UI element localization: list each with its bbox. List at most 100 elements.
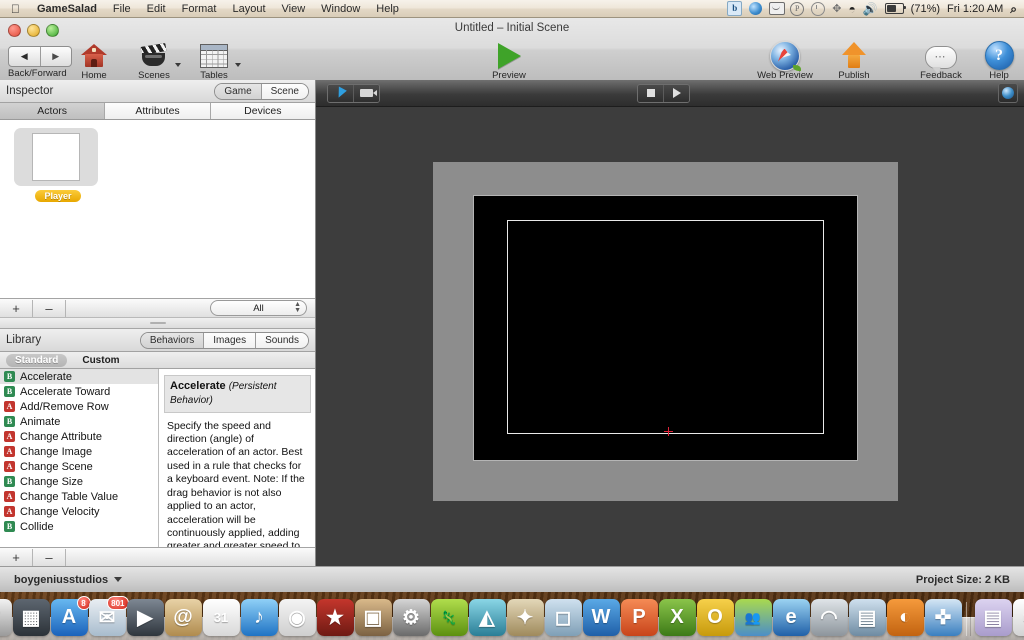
tab-actors[interactable]: Actors bbox=[0, 103, 105, 119]
wifi-icon[interactable]: ◓ bbox=[848, 3, 855, 15]
tables-button[interactable]: Tables bbox=[188, 42, 240, 81]
dock-item-app-store[interactable]: A8 bbox=[51, 599, 88, 636]
feedback-button[interactable]: ⋯ Feedback bbox=[914, 42, 968, 81]
inspector-scope-segment[interactable]: Game Scene bbox=[214, 83, 309, 100]
remove-behavior-button[interactable]: – bbox=[33, 549, 66, 566]
dock-item-safari[interactable]: ✜ bbox=[925, 599, 962, 636]
list-item[interactable]: A Change Attribute bbox=[0, 429, 158, 444]
circle-p-icon[interactable]: P bbox=[790, 2, 804, 16]
play-icon[interactable] bbox=[664, 85, 689, 102]
forward-arrow-icon[interactable]: ▶ bbox=[41, 47, 72, 66]
dock-item-itunes[interactable]: ♪ bbox=[241, 599, 278, 636]
back-forward-button[interactable]: ◀ ▶ Back/Forward bbox=[8, 42, 60, 79]
camera-bounds[interactable] bbox=[507, 220, 824, 434]
actor-item[interactable]: Player bbox=[14, 128, 102, 204]
dock-item-excel[interactable]: X bbox=[659, 599, 696, 636]
menu-layout[interactable]: Layout bbox=[224, 0, 273, 18]
spotlight-search-icon[interactable]: ⌕ bbox=[1010, 3, 1017, 15]
dock-item-calendar[interactable]: 31 bbox=[203, 599, 240, 636]
subtab-standard[interactable]: Standard bbox=[6, 354, 67, 367]
web-preview-button[interactable]: Web Preview bbox=[754, 42, 816, 81]
home-button[interactable]: Home bbox=[68, 42, 120, 81]
dock-item-facetime[interactable]: ▶ bbox=[127, 599, 164, 636]
dock-item-mission-control[interactable]: ▦ bbox=[13, 599, 50, 636]
list-item[interactable]: B Accelerate bbox=[0, 369, 158, 384]
tab-behaviors[interactable]: Behaviors bbox=[141, 333, 204, 348]
back-forward-segment[interactable]: ◀ ▶ bbox=[8, 46, 72, 67]
list-item[interactable]: A Add/Remove Row bbox=[0, 399, 158, 414]
volume-icon[interactable]: 🔊 bbox=[863, 3, 878, 15]
dock-item-cube-app[interactable]: ◻ bbox=[545, 599, 582, 636]
menu-view[interactable]: View bbox=[274, 0, 314, 18]
menu-file[interactable]: File bbox=[105, 0, 139, 18]
dock-item-radar[interactable]: ◠ bbox=[811, 599, 848, 636]
dock-item-gimp[interactable]: ✦ bbox=[507, 599, 544, 636]
dock-item-box[interactable]: box bbox=[1013, 599, 1024, 636]
help-button[interactable]: ? Help bbox=[982, 42, 1016, 81]
back-arrow-icon[interactable]: ◀ bbox=[9, 47, 41, 66]
dock-item-powerpoint[interactable]: P bbox=[621, 599, 658, 636]
dock-item-contacts[interactable]: @ bbox=[165, 599, 202, 636]
account-menu[interactable]: boygeniusstudios bbox=[14, 574, 122, 586]
clock-icon[interactable] bbox=[811, 2, 825, 15]
dock-item-imovie[interactable]: ★ bbox=[317, 599, 354, 636]
stop-icon[interactable] bbox=[638, 85, 664, 102]
globe-icon[interactable] bbox=[998, 83, 1018, 103]
dock-item-chrome[interactable]: ◉ bbox=[279, 599, 316, 636]
preview-button[interactable]: Preview bbox=[486, 42, 532, 81]
scene-tool-segment[interactable] bbox=[327, 84, 380, 103]
battery-icon[interactable] bbox=[885, 3, 904, 14]
menu-gamesalad[interactable]: GameSalad bbox=[29, 0, 105, 18]
scenes-button[interactable]: Scenes bbox=[128, 42, 180, 81]
list-item[interactable]: B Collide bbox=[0, 519, 158, 534]
actors-list[interactable]: Player bbox=[0, 120, 315, 298]
list-item[interactable]: A Change Image bbox=[0, 444, 158, 459]
menu-clock[interactable]: Fri 1:20 AM bbox=[947, 3, 1003, 15]
menu-help[interactable]: Help bbox=[368, 0, 407, 18]
dock-item-outlook[interactable]: O bbox=[697, 599, 734, 636]
tab-attributes[interactable]: Attributes bbox=[105, 103, 210, 119]
dock-item-pixelmator[interactable]: ◭ bbox=[469, 599, 506, 636]
menu-window[interactable]: Window bbox=[313, 0, 368, 18]
subtab-custom[interactable]: Custom bbox=[73, 354, 128, 367]
dock-item-word[interactable]: W bbox=[583, 599, 620, 636]
dock-item-launchpad[interactable]: 🚀 bbox=[0, 599, 12, 636]
pane-resize-handle[interactable] bbox=[0, 317, 315, 329]
library-type-segment[interactable]: Behaviors Images Sounds bbox=[140, 332, 309, 349]
publish-button[interactable]: Publish bbox=[830, 42, 878, 81]
dock-item-system-preferences[interactable]: ⚙ bbox=[393, 599, 430, 636]
tab-sounds[interactable]: Sounds bbox=[256, 333, 308, 348]
dock-item-preview[interactable]: ▣ bbox=[355, 599, 392, 636]
add-behavior-button[interactable]: + bbox=[0, 549, 33, 566]
behavior-list[interactable]: B Accelerate B Accelerate Toward A Add/R… bbox=[0, 369, 159, 547]
scene-transport-segment[interactable] bbox=[637, 84, 690, 103]
remove-actor-button[interactable]: – bbox=[33, 300, 66, 317]
bluetooth-icon[interactable]: ✥ bbox=[832, 3, 841, 15]
apple-menu-icon[interactable]:  bbox=[0, 3, 29, 15]
dock-item-blender[interactable]: ◐ bbox=[887, 599, 924, 636]
dock-item-gamesalad[interactable]: 🦎 bbox=[431, 599, 468, 636]
list-item[interactable]: B Animate bbox=[0, 414, 158, 429]
scene-canvas[interactable] bbox=[316, 107, 1024, 566]
dock-item-mail[interactable]: ✉801 bbox=[89, 599, 126, 636]
dock-item-photo-viewer[interactable]: ▤ bbox=[849, 599, 886, 636]
menu-format[interactable]: Format bbox=[174, 0, 225, 18]
actor-thumbnail[interactable] bbox=[14, 128, 98, 186]
list-item[interactable]: A Change Velocity bbox=[0, 504, 158, 519]
camera-icon[interactable] bbox=[354, 85, 379, 102]
list-item[interactable]: A Change Scene bbox=[0, 459, 158, 474]
dock-item-stickies[interactable]: ▤ bbox=[975, 599, 1012, 636]
dock-item-messenger[interactable]: 👥 bbox=[735, 599, 772, 636]
disk-icon[interactable] bbox=[769, 2, 783, 15]
box-sync-icon[interactable]: b bbox=[727, 1, 742, 16]
circle-status-icon[interactable] bbox=[749, 2, 762, 15]
list-item[interactable]: A Change Table Value bbox=[0, 489, 158, 504]
actor-filter-dropdown[interactable]: All ▲▼ bbox=[210, 300, 307, 316]
list-item[interactable]: B Accelerate Toward bbox=[0, 384, 158, 399]
menu-edit[interactable]: Edit bbox=[139, 0, 174, 18]
tab-devices[interactable]: Devices bbox=[211, 103, 315, 119]
scope-game-button[interactable]: Game bbox=[215, 84, 261, 99]
pointer-icon[interactable] bbox=[328, 85, 354, 102]
dock-item-internet-explorer[interactable]: e bbox=[773, 599, 810, 636]
add-actor-button[interactable]: + bbox=[0, 300, 33, 317]
